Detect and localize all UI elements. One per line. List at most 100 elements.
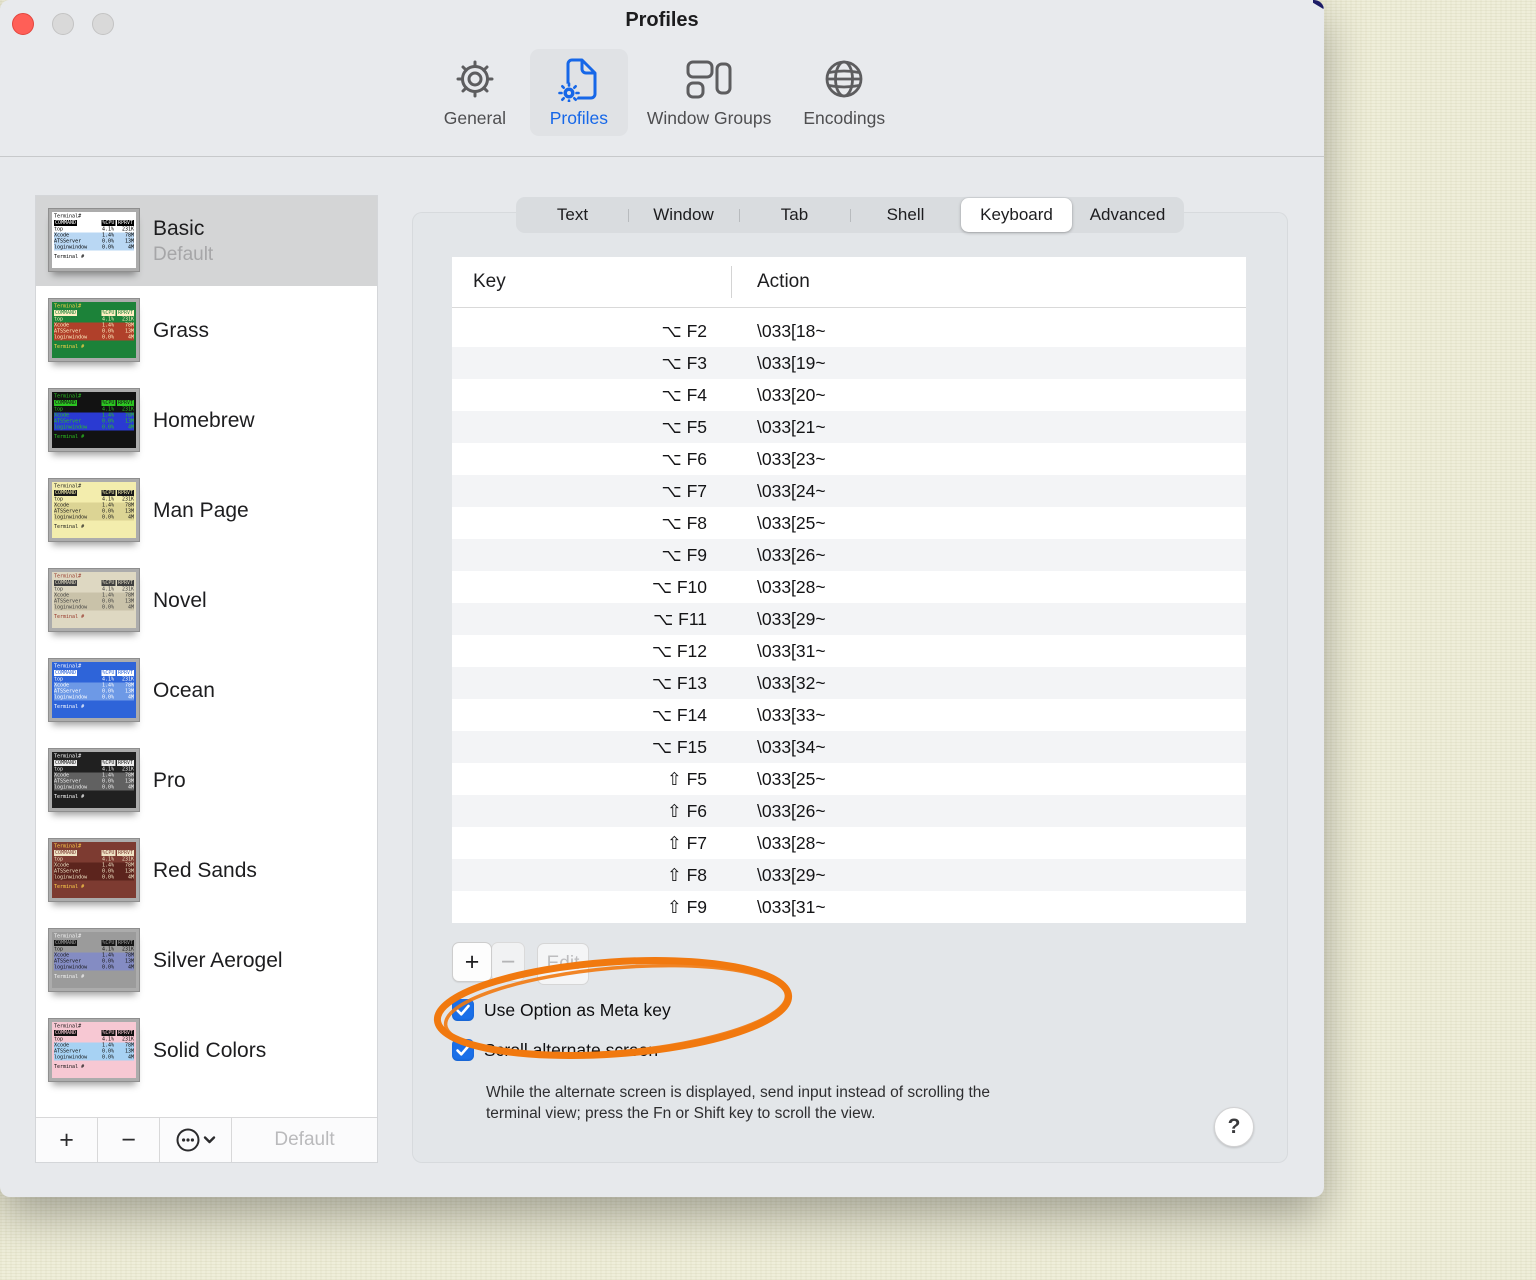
profile-list-item[interactable]: Terminal# COMMAND %CPU RPRVT top 4.1% 231K Xc… <box>36 916 377 1006</box>
column-header-key: Key <box>473 271 506 292</box>
action-cell: \033[29~ <box>757 864 826 885</box>
table-row[interactable]: ⌥ F11 \033[29~ <box>452 603 1246 635</box>
ellipsis-circle-icon <box>176 1128 215 1152</box>
table-row[interactable]: ⇧ F5 \033[25~ <box>452 763 1246 795</box>
profile-thumbnail: Terminal# COMMAND %CPU RPRVT top 4.1% 231K Xc… <box>49 929 139 993</box>
tab-keyboard[interactable]: Keyboard <box>961 198 1072 232</box>
remove-key-button[interactable]: − <box>491 942 525 982</box>
key-cell: ⇧ F6 <box>667 800 707 821</box>
action-cell: \033[28~ <box>757 576 826 597</box>
table-row[interactable]: ⌥ F4 \033[20~ <box>452 379 1246 411</box>
action-cell: \033[28~ <box>757 832 826 853</box>
profile-list-item[interactable]: Terminal# COMMAND %CPU RPRVT top 4.1% 231K Xc… <box>36 826 377 916</box>
action-cell: \033[33~ <box>757 704 826 725</box>
terminal-preferences-window: Profiles General Profiles Window Groups … <box>0 0 1324 1197</box>
key-cell: ⌥ F14 <box>651 704 707 725</box>
profile-list-item[interactable]: Terminal# COMMAND %CPU RPRVT top 4.1% 231K Xc… <box>36 376 377 466</box>
edit-key-button[interactable]: Edit <box>537 943 589 985</box>
table-row[interactable]: ⌥ F12 \033[31~ <box>452 635 1246 667</box>
column-header-action: Action <box>757 271 810 292</box>
action-cell: \033[24~ <box>757 480 826 501</box>
profile-name: Red Sands <box>153 859 257 882</box>
action-cell: \033[18~ <box>757 320 826 341</box>
action-cell: \033[29~ <box>757 608 826 629</box>
table-row[interactable]: ⌥ F5 \033[21~ <box>452 411 1246 443</box>
profile-list-item[interactable]: Terminal# COMMAND %CPU RPRVT top 4.1% 231K Xc… <box>36 736 377 826</box>
profile-thumbnail: Terminal# COMMAND %CPU RPRVT top 4.1% 231K Xc… <box>49 479 139 543</box>
profile-name: Solid Colors <box>153 1039 267 1062</box>
profile-name: Grass <box>153 319 210 342</box>
profile-list-item[interactable]: Terminal# COMMAND %CPU RPRVT top 4.1% 231K Xc… <box>36 646 377 736</box>
profile-actions-menu-button[interactable] <box>160 1118 232 1162</box>
column-divider[interactable] <box>731 266 732 298</box>
action-cell: \033[31~ <box>757 896 826 917</box>
key-cell: ⇧ F5 <box>667 768 707 789</box>
footnote-line: terminal view; press the Fn or Shift key… <box>486 1105 876 1122</box>
toolbar-item-encodings[interactable]: Encodings <box>790 49 898 136</box>
profile-default-badge: Default <box>153 243 214 265</box>
sidebar-footer: + − Default <box>36 1117 377 1162</box>
checkbox-checked-icon[interactable] <box>452 999 474 1021</box>
checkbox-checked-icon[interactable] <box>452 1039 474 1061</box>
key-cell: ⌥ F12 <box>651 640 707 661</box>
table-row[interactable]: ⌥ F9 \033[26~ <box>452 539 1246 571</box>
tab-text[interactable]: Text <box>517 198 628 232</box>
key-cell: ⌥ F9 <box>661 544 707 565</box>
key-cell: ⇧ F8 <box>667 864 707 885</box>
titlebar: Profiles General Profiles Window Groups … <box>0 0 1324 157</box>
table-row[interactable]: ⌥ F10 \033[28~ <box>452 571 1246 603</box>
table-header: Key Action <box>452 257 1246 308</box>
checkbox-label: Use Option as Meta key <box>484 999 671 1020</box>
key-cell: ⌥ F11 <box>653 608 707 629</box>
toolbar-label: General <box>443 108 506 128</box>
alternate-screen-footnote: While the alternate screen is displayed,… <box>486 1082 1176 1124</box>
profiles-sidebar: Terminal# COMMAND %CPU RPRVT top 4.1% 231K Xc… <box>36 196 377 1162</box>
help-button[interactable]: ? <box>1214 1107 1254 1147</box>
table-row[interactable]: ⇧ F8 \033[29~ <box>452 859 1246 891</box>
action-cell: \033[19~ <box>757 352 826 373</box>
profile-list-item[interactable]: Terminal# COMMAND %CPU RPRVT top 4.1% 231K Xc… <box>36 196 377 286</box>
profile-list-item[interactable]: Terminal# COMMAND %CPU RPRVT top 4.1% 231K Xc… <box>36 466 377 556</box>
key-cell: ⌥ F4 <box>661 384 707 405</box>
toolbar-item-general[interactable]: General <box>426 49 524 136</box>
keyboard-shortcuts-table: Key Action ⌥ F2 \033[18~ ⌥ F3 \033[19~ ⌥… <box>452 257 1246 923</box>
action-cell: \033[21~ <box>757 416 826 437</box>
table-row[interactable]: ⇧ F7 \033[28~ <box>452 827 1246 859</box>
tab-tab[interactable]: Tab <box>739 198 850 232</box>
table-row[interactable]: ⌥ F8 \033[25~ <box>452 507 1246 539</box>
use-option-as-meta-key-row[interactable]: Use Option as Meta key <box>452 999 671 1021</box>
key-cell: ⌥ F3 <box>661 352 707 373</box>
toolbar-item-profiles[interactable]: Profiles <box>529 49 628 136</box>
table-row[interactable]: ⌥ F2 \033[18~ <box>452 315 1246 347</box>
tab-advanced[interactable]: Advanced <box>1072 198 1183 232</box>
table-row[interactable]: ⌥ F14 \033[33~ <box>452 699 1246 731</box>
tab-window[interactable]: Window <box>628 198 739 232</box>
scroll-alternate-screen-row[interactable]: Scroll alternate screen <box>452 1039 658 1061</box>
table-row[interactable]: ⌥ F7 \033[24~ <box>452 475 1246 507</box>
table-row[interactable]: ⌥ F3 \033[19~ <box>452 347 1246 379</box>
table-row[interactable]: ⌥ F15 \033[34~ <box>452 731 1246 763</box>
key-cell: ⌥ F8 <box>661 512 707 533</box>
action-cell: \033[23~ <box>757 448 826 469</box>
table-row[interactable]: ⌥ F6 \033[23~ <box>452 443 1246 475</box>
add-key-button[interactable]: + <box>452 942 492 982</box>
add-profile-button[interactable]: + <box>36 1118 98 1162</box>
profile-list-item[interactable]: Terminal# COMMAND %CPU RPRVT top 4.1% 231K Xc… <box>36 1006 377 1096</box>
window-groups-icon <box>686 56 732 102</box>
key-cell: ⌥ F7 <box>661 480 707 501</box>
table-row[interactable]: ⇧ F6 \033[26~ <box>452 795 1246 827</box>
profile-list-item[interactable]: Terminal# COMMAND %CPU RPRVT top 4.1% 231K Xc… <box>36 556 377 646</box>
action-cell: \033[26~ <box>757 800 826 821</box>
remove-profile-button[interactable]: − <box>98 1118 160 1162</box>
globe-icon <box>822 56 866 102</box>
table-row[interactable]: ⌥ F13 \033[32~ <box>452 667 1246 699</box>
toolbar-item-window-groups[interactable]: Window Groups <box>634 49 785 136</box>
toolbar-label: Window Groups <box>646 108 772 128</box>
profile-list-item[interactable]: Terminal# COMMAND %CPU RPRVT top 4.1% 231K Xc… <box>36 286 377 376</box>
set-default-button[interactable]: Default <box>232 1118 377 1162</box>
table-row[interactable]: ⇧ F9 \033[31~ <box>452 891 1246 923</box>
gear-icon <box>454 56 496 102</box>
action-cell: \033[25~ <box>757 768 826 789</box>
tab-shell[interactable]: Shell <box>850 198 961 232</box>
profile-tabs: Text Window Tab Shell Keyboard Advanced <box>516 197 1184 233</box>
